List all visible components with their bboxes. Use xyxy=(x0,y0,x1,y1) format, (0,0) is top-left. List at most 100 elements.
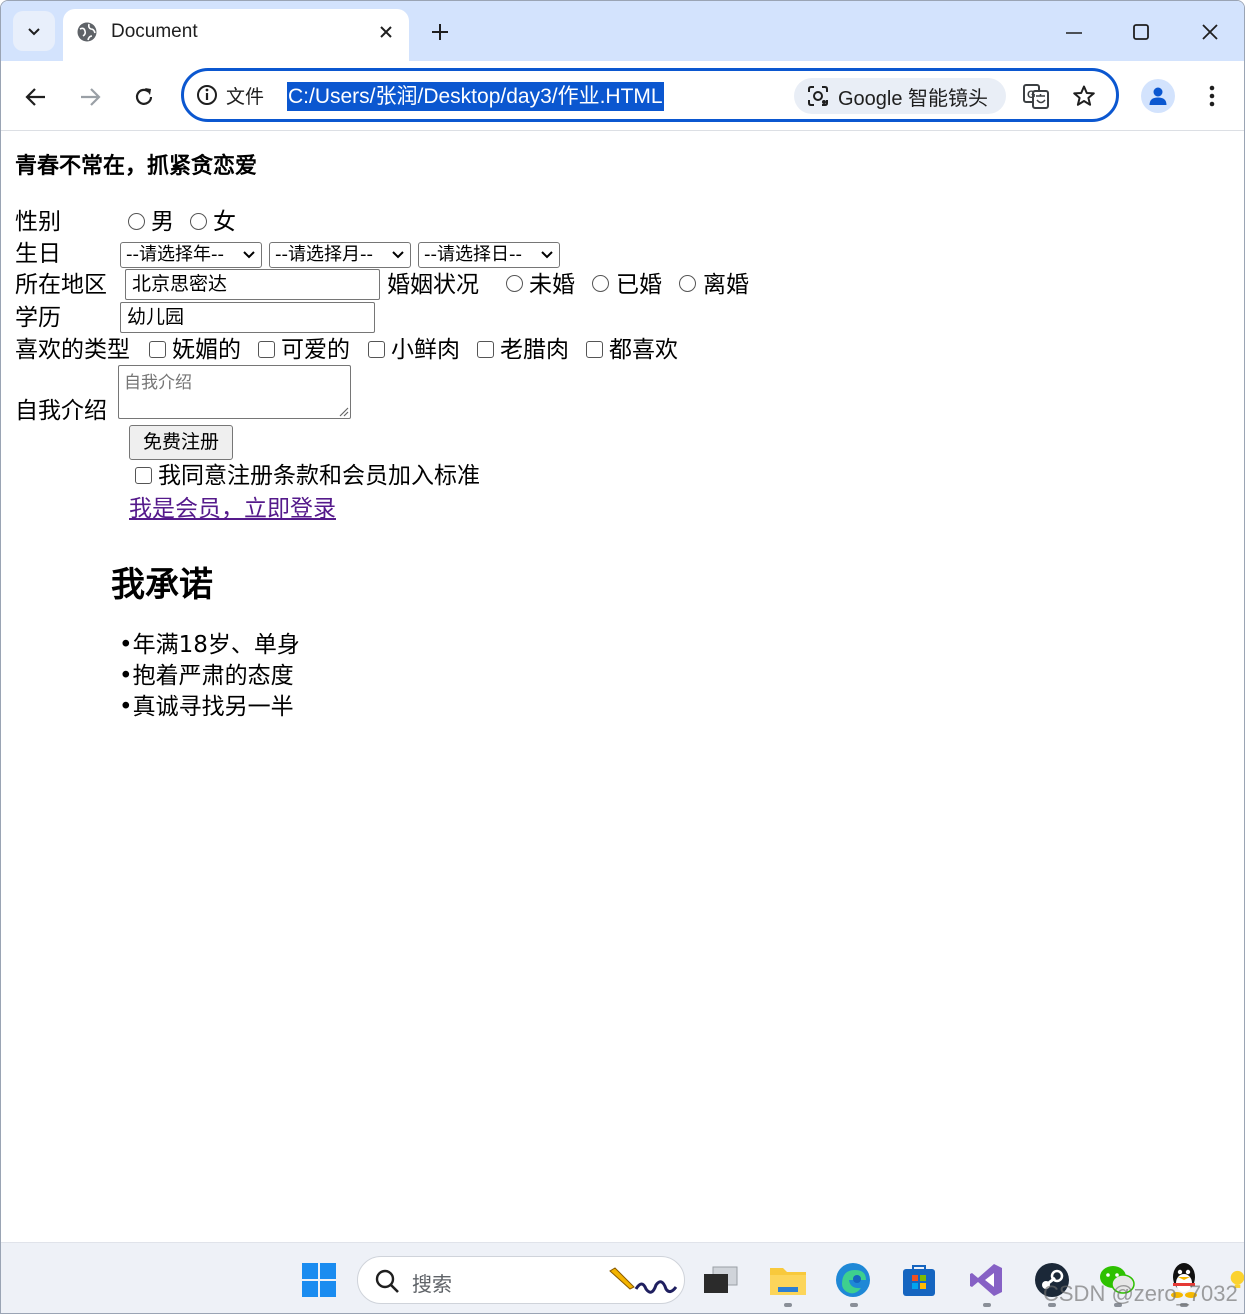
running-indicator xyxy=(983,1303,991,1307)
task-view-icon xyxy=(704,1266,738,1293)
reload-button[interactable] xyxy=(126,79,162,115)
svg-text:G: G xyxy=(1027,89,1036,101)
liked-option-3: 小鲜肉 xyxy=(391,337,460,363)
info-icon xyxy=(197,85,217,105)
birth-day-value: --请选择日-- xyxy=(424,244,522,265)
store-button[interactable] xyxy=(900,1261,938,1299)
marital-option-single: 未婚 xyxy=(529,272,575,298)
start-button[interactable] xyxy=(300,1261,338,1299)
edge-button[interactable] xyxy=(834,1261,872,1299)
marital-radio-divorced[interactable] xyxy=(679,275,696,292)
profile-button[interactable] xyxy=(1141,79,1175,113)
store-icon xyxy=(903,1265,935,1296)
gender-radio-male[interactable] xyxy=(128,213,145,230)
maximize-button[interactable] xyxy=(1116,13,1166,51)
bookmark-button[interactable] xyxy=(1069,81,1099,111)
new-tab-button[interactable] xyxy=(425,17,455,47)
folder-icon xyxy=(770,1268,806,1295)
back-button[interactable] xyxy=(18,79,54,115)
liked-option-4: 老腊肉 xyxy=(500,337,569,363)
marital-radio-married[interactable] xyxy=(592,275,609,292)
pencil-doodle-icon xyxy=(609,1267,678,1294)
region-input[interactable]: 北京思密达 xyxy=(125,269,380,300)
tab-document[interactable]: Document xyxy=(63,9,409,61)
site-info-chip[interactable]: 文件 xyxy=(196,80,264,110)
liked-option-5: 都喜欢 xyxy=(609,337,678,363)
gender-radio-female[interactable] xyxy=(190,213,207,230)
browser-menu-button[interactable] xyxy=(1197,79,1227,113)
chevron-down-icon xyxy=(541,251,553,259)
file-explorer-button[interactable] xyxy=(769,1261,807,1299)
education-input[interactable]: 幼儿园 xyxy=(120,302,375,333)
url-text[interactable]: C:/Users/张润/Desktop/day3/作业.HTML xyxy=(287,82,664,111)
marital-radio-single[interactable] xyxy=(506,275,523,292)
globe-icon xyxy=(77,22,97,42)
visual-studio-icon xyxy=(970,1264,1002,1296)
close-icon xyxy=(380,26,392,38)
minimize-button[interactable] xyxy=(1049,13,1099,51)
star-icon xyxy=(1073,85,1095,106)
intro-textarea[interactable]: 自我介绍 xyxy=(118,365,351,419)
reload-icon xyxy=(135,88,153,105)
close-window-button[interactable] xyxy=(1185,13,1235,51)
visual-studio-button[interactable] xyxy=(967,1261,1005,1299)
arrow-right-icon xyxy=(81,88,101,106)
gender-option-female: 女 xyxy=(213,209,236,235)
running-indicator xyxy=(850,1303,858,1307)
address-bar[interactable]: 文件 C:/Users/张润/Desktop/day3/作业.HTML Goog… xyxy=(181,68,1119,122)
promise-item: •真诚寻找另一半 xyxy=(119,694,294,720)
maximize-icon xyxy=(1133,24,1149,40)
translate-button[interactable]: G xyxy=(1021,81,1051,111)
promise-title: 我承诺 xyxy=(111,565,213,605)
liked-checkbox-4[interactable] xyxy=(477,341,494,358)
agree-checkbox[interactable] xyxy=(135,467,152,484)
liked-checkbox-3[interactable] xyxy=(368,341,385,358)
birth-year-select[interactable]: --请选择年-- xyxy=(120,242,262,268)
google-lens-button[interactable]: Google 智能镜头 xyxy=(794,78,1006,114)
chevron-down-icon xyxy=(243,251,255,259)
region-label: 所在地区 xyxy=(15,272,107,298)
agree-label: 我同意注册条款和会员加入标准 xyxy=(158,463,480,489)
register-button[interactable]: 免费注册 xyxy=(129,425,233,460)
lens-icon xyxy=(808,86,828,106)
edge-icon xyxy=(836,1263,870,1297)
liked-checkbox-1[interactable] xyxy=(149,341,166,358)
tab-close-button[interactable] xyxy=(373,19,399,45)
member-login-link[interactable]: 我是会员，立即登录 xyxy=(129,494,336,524)
person-icon xyxy=(1149,87,1167,105)
windows-logo-icon xyxy=(302,1263,336,1297)
more-vert-icon xyxy=(1209,85,1215,107)
browser-window: Document 文件 C:/Users/张润/Desktop/day3/作业.… xyxy=(0,0,1245,1314)
birthday-label: 生日 xyxy=(15,241,61,267)
birth-day-select[interactable]: --请选择日-- xyxy=(418,242,560,268)
marital-option-married: 已婚 xyxy=(616,272,662,298)
tab-search-button[interactable] xyxy=(13,11,55,51)
birth-year-value: --请选择年-- xyxy=(126,244,224,265)
birth-month-value: --请选择月-- xyxy=(275,244,373,265)
close-icon xyxy=(1202,24,1218,40)
liked-type-label: 喜欢的类型 xyxy=(15,337,130,363)
promise-item: •抱着严肃的态度 xyxy=(119,663,294,689)
liked-option-1: 妩媚的 xyxy=(172,337,241,363)
education-label: 学历 xyxy=(15,305,61,331)
birth-month-select[interactable]: --请选择月-- xyxy=(269,242,411,268)
lens-label: Google 智能镜头 xyxy=(838,87,989,110)
plus-icon xyxy=(432,24,448,40)
chevron-down-icon xyxy=(392,251,404,259)
page-content: 青春不常在，抓紧贪恋爱 性别 男 女 生日 --请选择年-- --请选择月-- … xyxy=(1,132,1244,1242)
taskbar-search[interactable]: 搜索 xyxy=(357,1256,685,1304)
intro-placeholder: 自我介绍 xyxy=(124,373,192,393)
forward-button[interactable] xyxy=(72,79,108,115)
tab-strip: Document xyxy=(1,1,1244,61)
promise-item: •年满18岁、单身 xyxy=(119,632,300,658)
arrow-left-icon xyxy=(25,88,45,106)
liked-option-2: 可爱的 xyxy=(281,337,350,363)
task-view-button[interactable] xyxy=(701,1261,739,1299)
running-indicator xyxy=(784,1303,792,1307)
search-icon xyxy=(375,1269,399,1293)
resize-grip-icon[interactable] xyxy=(337,405,349,417)
liked-checkbox-2[interactable] xyxy=(258,341,275,358)
intro-label: 自我介绍 xyxy=(15,398,107,424)
liked-checkbox-5[interactable] xyxy=(586,341,603,358)
marital-label: 婚姻状况 xyxy=(387,272,479,298)
